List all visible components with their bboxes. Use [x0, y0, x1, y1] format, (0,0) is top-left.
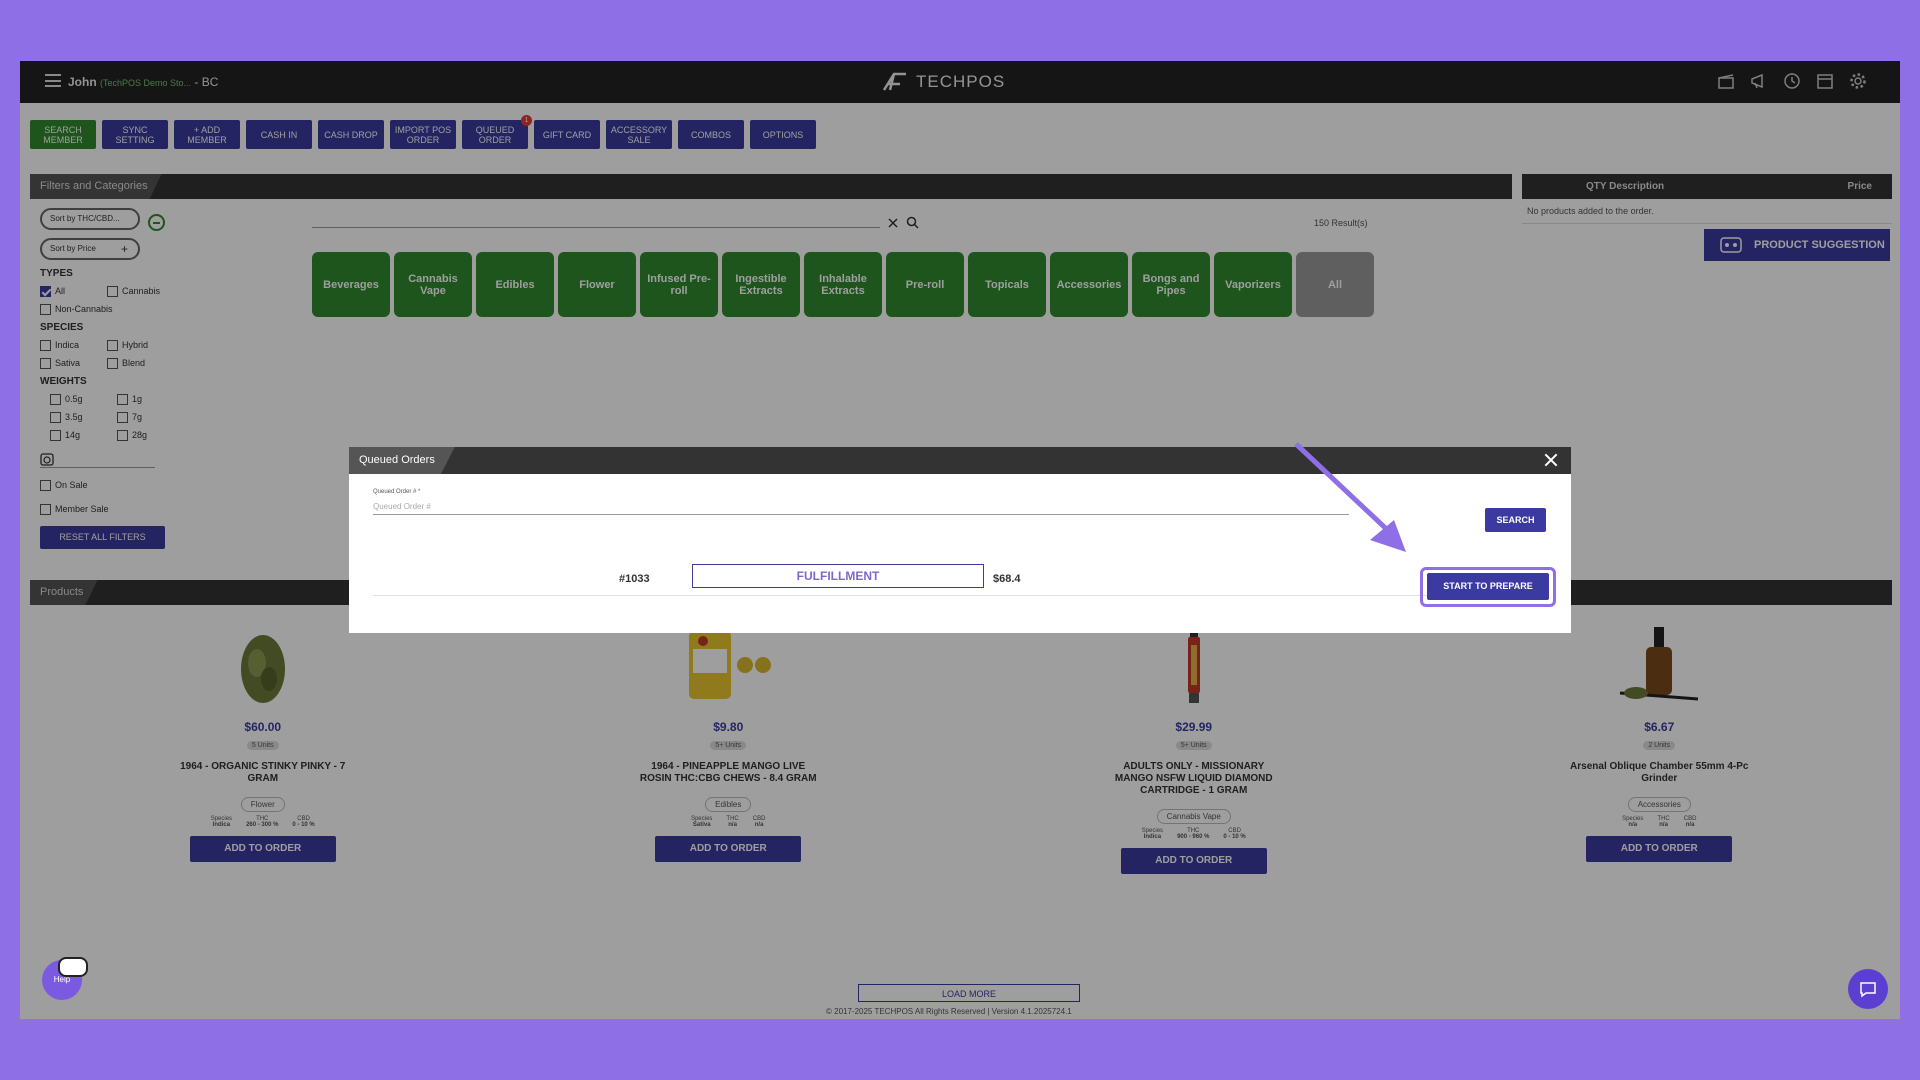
- queued-order-field-label: Queued Order # *: [373, 489, 421, 495]
- order-total: $68.4: [993, 573, 1021, 585]
- chat-icon: [1860, 982, 1876, 998]
- close-icon[interactable]: [1543, 452, 1559, 468]
- help-robot-icon: [58, 957, 88, 977]
- start-to-prepare-button[interactable]: START TO PREPARE: [1427, 573, 1549, 600]
- modal-title: Queued Orders: [349, 447, 455, 474]
- queued-order-input[interactable]: [373, 499, 1349, 515]
- queued-order-row: #1033 FULFILLMENT $68.4: [373, 563, 1545, 596]
- chat-button[interactable]: [1848, 969, 1888, 1009]
- modal-search-button[interactable]: SEARCH: [1485, 508, 1546, 532]
- order-number: #1033: [619, 573, 650, 585]
- order-status: FULFILLMENT: [692, 564, 984, 588]
- pointer-arrow-icon: [1294, 442, 1406, 552]
